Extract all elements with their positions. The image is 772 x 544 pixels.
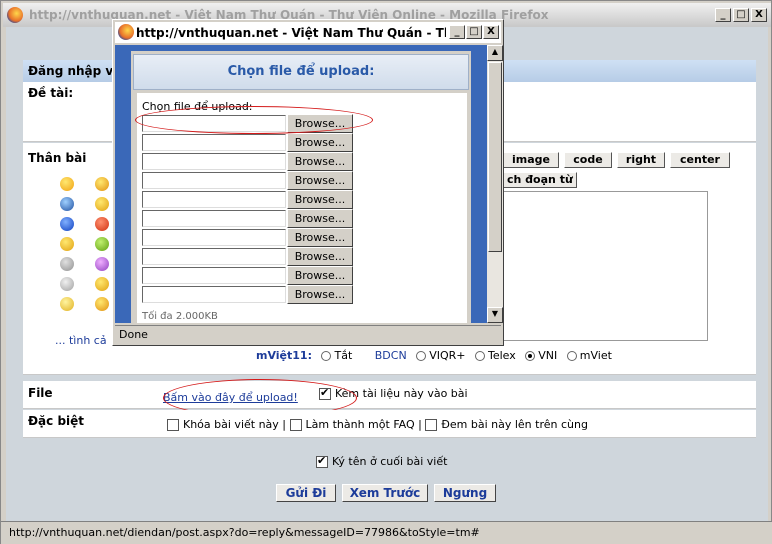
browse-button[interactable]: Browse... [287, 266, 353, 285]
smiley-icon[interactable] [95, 237, 109, 251]
body-label: Thân bài [28, 151, 87, 165]
smiley-icon[interactable] [60, 217, 74, 231]
radio-mviet[interactable] [566, 351, 577, 361]
scroll-down-arrow-icon[interactable]: ▼ [487, 307, 503, 323]
radio-bdcn[interactable] [362, 351, 372, 361]
file-path-input[interactable] [142, 229, 286, 246]
scroll-thumb[interactable] [488, 62, 502, 252]
close-button[interactable]: X [751, 8, 767, 22]
file-path-input[interactable] [142, 134, 286, 151]
popup-title-bar: http://vnthuquan.net - Việt Nam Thư Quán… [115, 22, 501, 43]
firefox-icon [118, 24, 134, 40]
special-label: Đặc biệt [28, 414, 85, 428]
firefox-icon [7, 7, 23, 23]
make-faq-label: Làm thành một FAQ [305, 418, 415, 431]
smiley-icon[interactable] [95, 217, 109, 231]
smiley-icon[interactable] [60, 237, 74, 251]
popup-content: Chọn file để upload: Chọn file để upload… [115, 45, 487, 323]
file-path-input[interactable] [142, 286, 286, 303]
smiley-icon[interactable] [60, 277, 74, 291]
center-format-button[interactable]: center [670, 152, 730, 168]
popup-window-title: http://vnthuquan.net - Việt Nam Thư Quán… [136, 26, 446, 40]
smiley-icon[interactable] [60, 257, 74, 271]
radio-mviet-label: mViet [579, 349, 612, 362]
browse-button[interactable]: Browse... [287, 228, 353, 247]
smiley-icon[interactable] [95, 177, 109, 191]
file-path-input[interactable] [142, 248, 286, 265]
max-size-note: Tối đa 2.000KB [142, 311, 218, 322]
spell-format-button[interactable]: ch đoạn từ [503, 172, 577, 188]
right-format-button[interactable]: right [617, 152, 665, 168]
smiley-icon[interactable] [60, 197, 74, 211]
minimize-button[interactable]: _ [715, 8, 731, 22]
separator: | [282, 418, 287, 431]
file-path-input[interactable] [142, 210, 286, 227]
typing-mode-label: mViệt11: [256, 349, 312, 362]
smiley-icon[interactable] [60, 177, 74, 191]
popup-status-bar: Done [115, 325, 501, 343]
body-textarea[interactable] [503, 191, 708, 341]
smiley-icon[interactable] [95, 297, 109, 311]
browse-button[interactable]: Browse... [287, 152, 353, 171]
submit-button[interactable]: Gửi Đi [276, 484, 336, 502]
radio-viqr[interactable] [416, 351, 427, 361]
lock-post-label: Khóa bài viết này [183, 418, 279, 431]
file-path-input[interactable] [142, 267, 286, 284]
file-path-input[interactable] [142, 172, 286, 189]
subject-label: Đề tài: [28, 86, 74, 100]
file-path-input[interactable] [142, 153, 286, 170]
browse-button[interactable]: Browse... [287, 247, 353, 266]
radio-telex[interactable] [475, 351, 485, 361]
popup-scrollbar[interactable]: ▲ ▼ [487, 45, 503, 323]
signature-checkbox[interactable] [316, 454, 328, 468]
radio-telex-label: Telex [488, 349, 516, 362]
smiley-icon[interactable] [95, 197, 109, 211]
make-faq-checkbox[interactable] [289, 419, 302, 431]
radio-off[interactable] [321, 351, 332, 361]
typing-mode-row: mViệt11: Tắt BDCN VIQR+ Telex VNI mViet [256, 349, 612, 362]
browse-button[interactable]: Browse... [287, 209, 353, 228]
image-format-button[interactable]: image [503, 152, 559, 168]
pin-top-checkbox[interactable] [425, 419, 438, 431]
status-bar: http://vnthuquan.net/diendan/post.aspx?d… [1, 521, 772, 544]
login-label: Đăng nhập v [28, 64, 114, 78]
popup-minimize-button[interactable]: _ [449, 25, 465, 39]
radio-viqr-label: VIQR+ [429, 349, 466, 362]
popup-close-button[interactable]: X [483, 25, 499, 39]
radio-vni-label: VNI [538, 349, 558, 362]
maximize-button[interactable]: □ [733, 8, 749, 22]
browse-button[interactable]: Browse... [287, 285, 353, 304]
special-options: Khóa bài viết này | Làm thành một FAQ | … [167, 418, 588, 431]
browse-button[interactable]: Browse... [287, 190, 353, 209]
browse-button[interactable]: Browse... [287, 133, 353, 152]
browse-button[interactable]: Browse... [287, 171, 353, 190]
file-row: File Bấm vào đây để upload! Kèm tài liệu… [23, 379, 756, 417]
file-label: File [28, 386, 53, 400]
pin-top-label: Đem bài này lên trên cùng [441, 418, 588, 431]
preview-button[interactable]: Xem Trước [342, 484, 428, 502]
file-path-input[interactable] [142, 191, 286, 208]
smiley-icon[interactable] [60, 297, 74, 311]
separator: | [418, 418, 422, 431]
smiley-icon[interactable] [95, 257, 109, 271]
scroll-up-arrow-icon[interactable]: ▲ [487, 45, 503, 61]
upload-header: Chọn file để upload: [133, 54, 469, 90]
radio-off-label: Tắt [334, 349, 353, 362]
special-row: Đặc biệt Khóa bài viết này | Làm thành m… [23, 410, 756, 438]
popup-maximize-button[interactable]: □ [466, 25, 482, 39]
signature-group: Ký tên ở cuối bài viết [316, 454, 448, 468]
lock-post-checkbox[interactable] [167, 419, 179, 431]
radio-bdcn-label: BDCN [374, 349, 407, 362]
upload-popup-window: http://vnthuquan.net - Việt Nam Thư Quán… [112, 19, 504, 346]
highlight-ellipse [135, 106, 373, 134]
more-smileys-link[interactable]: ... tình cả [55, 334, 107, 347]
smiley-icon[interactable] [95, 277, 109, 291]
cancel-button[interactable]: Ngưng [434, 484, 496, 502]
radio-vni[interactable] [525, 351, 536, 361]
signature-label: Ký tên ở cuối bài viết [332, 455, 448, 468]
code-format-button[interactable]: code [564, 152, 612, 168]
